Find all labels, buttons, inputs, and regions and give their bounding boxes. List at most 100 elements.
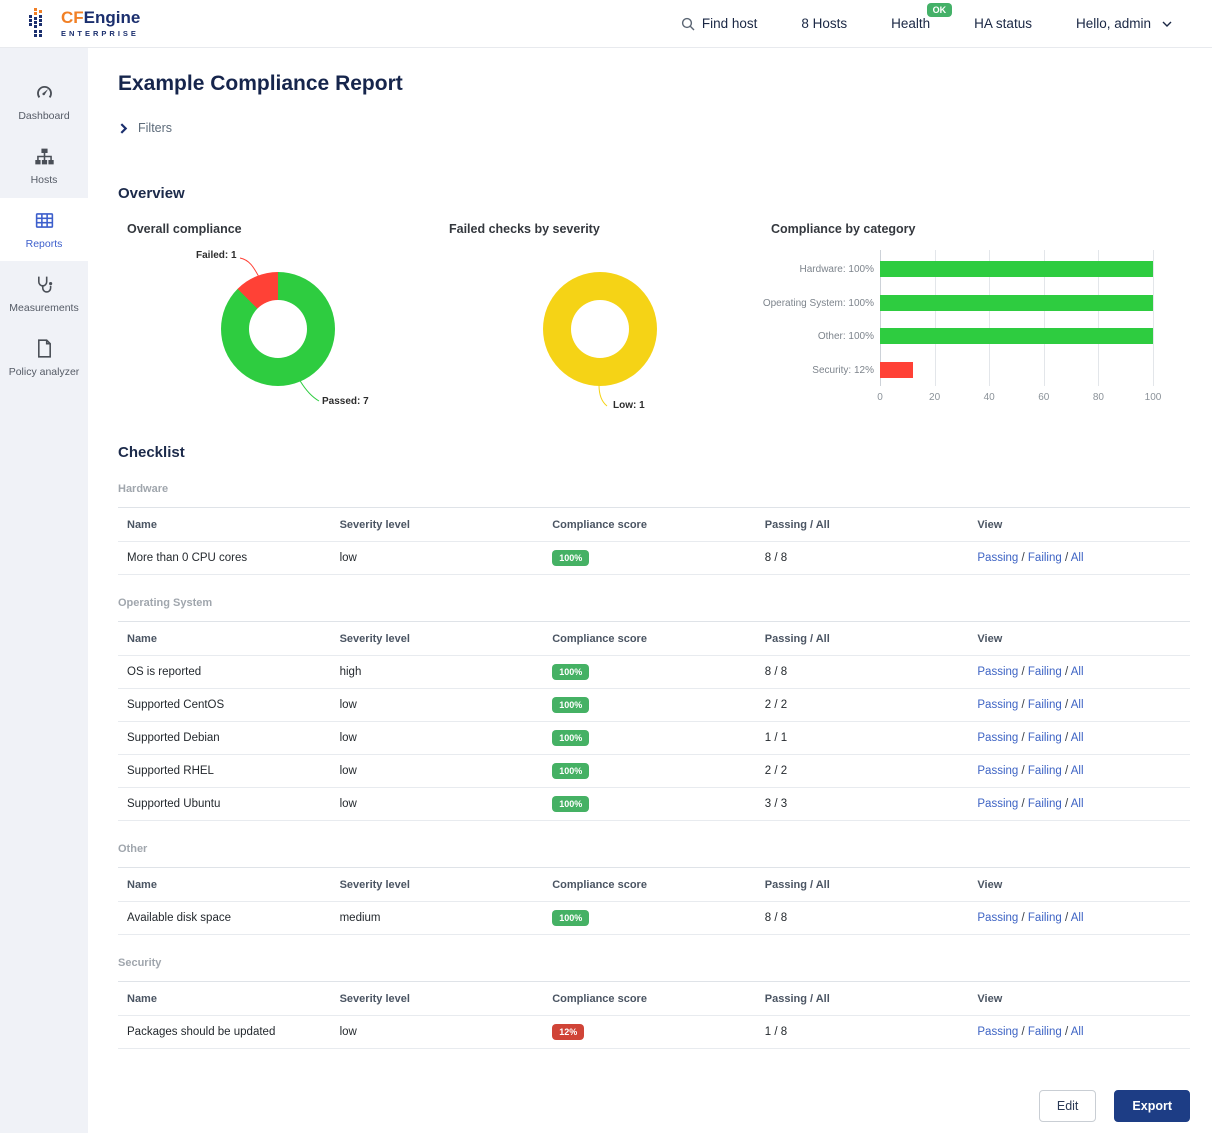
sidebar-item-label: Dashboard (18, 110, 69, 122)
severity-level: low (340, 798, 553, 810)
link-separator: / (1018, 765, 1028, 777)
table-header-row: NameSeverity levelCompliance scorePassin… (118, 508, 1190, 542)
column-header: Severity level (340, 879, 553, 891)
view-passing-link[interactable]: Passing (977, 666, 1018, 678)
view-passing-link[interactable]: Passing (977, 732, 1018, 744)
category-section-title: Other (118, 843, 1190, 855)
view-failing-link[interactable]: Failing (1028, 552, 1062, 564)
health-status-badge: OK (927, 3, 953, 17)
view-links: Passing / Failing / All (977, 666, 1190, 678)
health-link[interactable]: Health OK (891, 16, 930, 31)
link-separator: / (1062, 732, 1071, 744)
health-label: Health (891, 16, 930, 31)
view-failing-link[interactable]: Failing (1028, 699, 1062, 711)
view-failing-link[interactable]: Failing (1028, 732, 1062, 744)
stethoscope-icon (34, 274, 55, 295)
severity-level: low (340, 765, 553, 777)
view-failing-link[interactable]: Failing (1028, 798, 1062, 810)
view-all-link[interactable]: All (1071, 1026, 1084, 1038)
compliance-score-badge: 100% (552, 910, 589, 926)
x-tick-label: 80 (1093, 392, 1104, 403)
sidebar-item-policy-analyzer[interactable]: Policy analyzer (0, 326, 88, 389)
top-header: CFEngine ENTERPRISE Find host 8 Hosts He… (0, 0, 1212, 48)
passing-all-count: 2 / 2 (765, 699, 978, 711)
edit-button[interactable]: Edit (1039, 1090, 1097, 1122)
link-separator: / (1018, 699, 1028, 711)
compliance-score-cell: 100% (552, 796, 765, 812)
sidebar-item-hosts[interactable]: Hosts (0, 134, 88, 197)
compliance-score-cell: 100% (552, 763, 765, 779)
x-tick-label: 0 (877, 392, 883, 403)
severity-donut[interactable] (543, 272, 657, 386)
view-failing-link[interactable]: Failing (1028, 1026, 1062, 1038)
filters-toggle[interactable]: Filters (118, 121, 1190, 135)
find-host-button[interactable]: Find host (681, 16, 758, 31)
checklist-heading: Checklist (118, 444, 1190, 461)
passing-all-count: 2 / 2 (765, 765, 978, 777)
compliance-score-badge: 100% (552, 550, 589, 566)
view-all-link[interactable]: All (1071, 552, 1084, 564)
view-passing-link[interactable]: Passing (977, 552, 1018, 564)
table-icon (34, 210, 55, 231)
bar-operating-system[interactable] (880, 295, 1153, 311)
search-icon (681, 17, 695, 31)
logo-enterprise: ENTERPRISE (61, 30, 140, 38)
column-header: Severity level (340, 633, 553, 645)
column-header: Name (127, 519, 340, 531)
view-links: Passing / Failing / All (977, 765, 1190, 777)
column-header: Compliance score (552, 879, 765, 891)
ha-status-link[interactable]: HA status (974, 16, 1032, 31)
x-gridline (1153, 250, 1154, 386)
passing-all-count: 8 / 8 (765, 666, 978, 678)
view-all-link[interactable]: All (1071, 798, 1084, 810)
view-all-link[interactable]: All (1071, 765, 1084, 777)
bar-security[interactable] (880, 362, 913, 378)
view-passing-link[interactable]: Passing (977, 765, 1018, 777)
checklist-table: NameSeverity levelCompliance scorePassin… (118, 981, 1190, 1049)
view-passing-link[interactable]: Passing (977, 699, 1018, 711)
sidebar-item-dashboard[interactable]: Dashboard (0, 70, 88, 133)
compliance-by-category-chart: Compliance by category 020406080100Hardw… (762, 222, 1190, 422)
view-all-link[interactable]: All (1071, 666, 1084, 678)
compliance-score-badge: 100% (552, 763, 589, 779)
cfengine-logo[interactable]: CFEngine ENTERPRISE (28, 7, 140, 41)
view-passing-link[interactable]: Passing (977, 798, 1018, 810)
export-button[interactable]: Export (1114, 1090, 1190, 1122)
header-nav: Find host 8 Hosts Health OK HA status He… (681, 16, 1172, 31)
checklist-table: NameSeverity levelCompliance scorePassin… (118, 867, 1190, 935)
view-all-link[interactable]: All (1071, 732, 1084, 744)
sidebar-item-reports[interactable]: Reports (0, 198, 88, 261)
overall-compliance-donut[interactable] (221, 272, 335, 386)
compliance-score-badge: 100% (552, 796, 589, 812)
view-passing-link[interactable]: Passing (977, 1026, 1018, 1038)
bar-other[interactable] (880, 328, 1153, 344)
hosts-count-link[interactable]: 8 Hosts (801, 16, 847, 31)
link-separator: / (1018, 798, 1028, 810)
sidebar-item-measurements[interactable]: Measurements (0, 262, 88, 325)
x-tick-label: 100 (1145, 392, 1162, 403)
table-row: More than 0 CPU coreslow100%8 / 8Passing… (118, 542, 1190, 575)
user-menu[interactable]: Hello, admin (1076, 16, 1172, 31)
passed-slice-label: Passed: 7 (322, 396, 369, 407)
chart-title: Compliance by category (771, 222, 1190, 236)
view-failing-link[interactable]: Failing (1028, 765, 1062, 777)
table-row: Packages should be updatedlow12%1 / 8Pas… (118, 1016, 1190, 1049)
document-icon (34, 338, 55, 359)
view-links: Passing / Failing / All (977, 699, 1190, 711)
link-separator: / (1018, 1026, 1028, 1038)
view-passing-link[interactable]: Passing (977, 912, 1018, 924)
bar-category-label: Hardware: 100% (762, 264, 874, 275)
compliance-score-cell: 100% (552, 664, 765, 680)
view-links: Passing / Failing / All (977, 732, 1190, 744)
severity-level: low (340, 1026, 553, 1038)
view-all-link[interactable]: All (1071, 699, 1084, 711)
failed-slice-label: Failed: 1 (196, 250, 237, 261)
column-header: Severity level (340, 993, 553, 1005)
bar-hardware[interactable] (880, 261, 1153, 277)
view-all-link[interactable]: All (1071, 912, 1084, 924)
view-failing-link[interactable]: Failing (1028, 912, 1062, 924)
table-header-row: NameSeverity levelCompliance scorePassin… (118, 622, 1190, 656)
view-failing-link[interactable]: Failing (1028, 666, 1062, 678)
column-header: Name (127, 993, 340, 1005)
chevron-down-icon (1162, 19, 1172, 29)
